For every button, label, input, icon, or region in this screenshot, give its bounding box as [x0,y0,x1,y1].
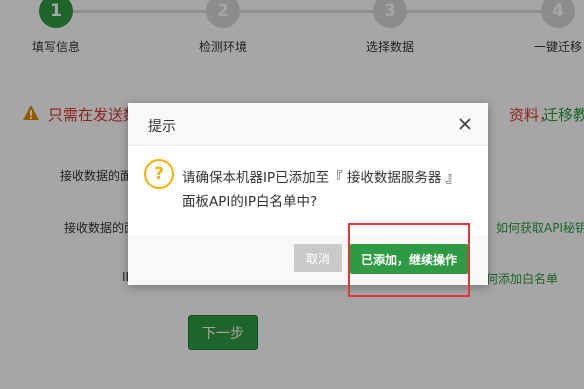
dialog-header: 提示 [128,103,488,146]
dialog-footer: 取消 已添加，继续操作 [128,235,488,285]
dialog-title: 提示 [148,119,176,135]
confirm-dialog: 提示 ? 请确保本机器IP已添加至『 接收数据服务器 』面板API的IP白名单中… [128,103,488,285]
dialog-message: 请确保本机器IP已添加至『 接收数据服务器 』面板API的IP白名单中? [182,170,460,210]
confirm-continue-button[interactable]: 已添加，继续操作 [350,244,468,274]
close-icon[interactable] [456,115,474,133]
cancel-button[interactable]: 取消 [294,244,342,272]
question-icon: ? [144,159,174,189]
migration-page: 1 2 3 4 填写信息 检测环境 选择数据 一键迁移 只需在发送数 资料， 迁… [0,0,584,389]
